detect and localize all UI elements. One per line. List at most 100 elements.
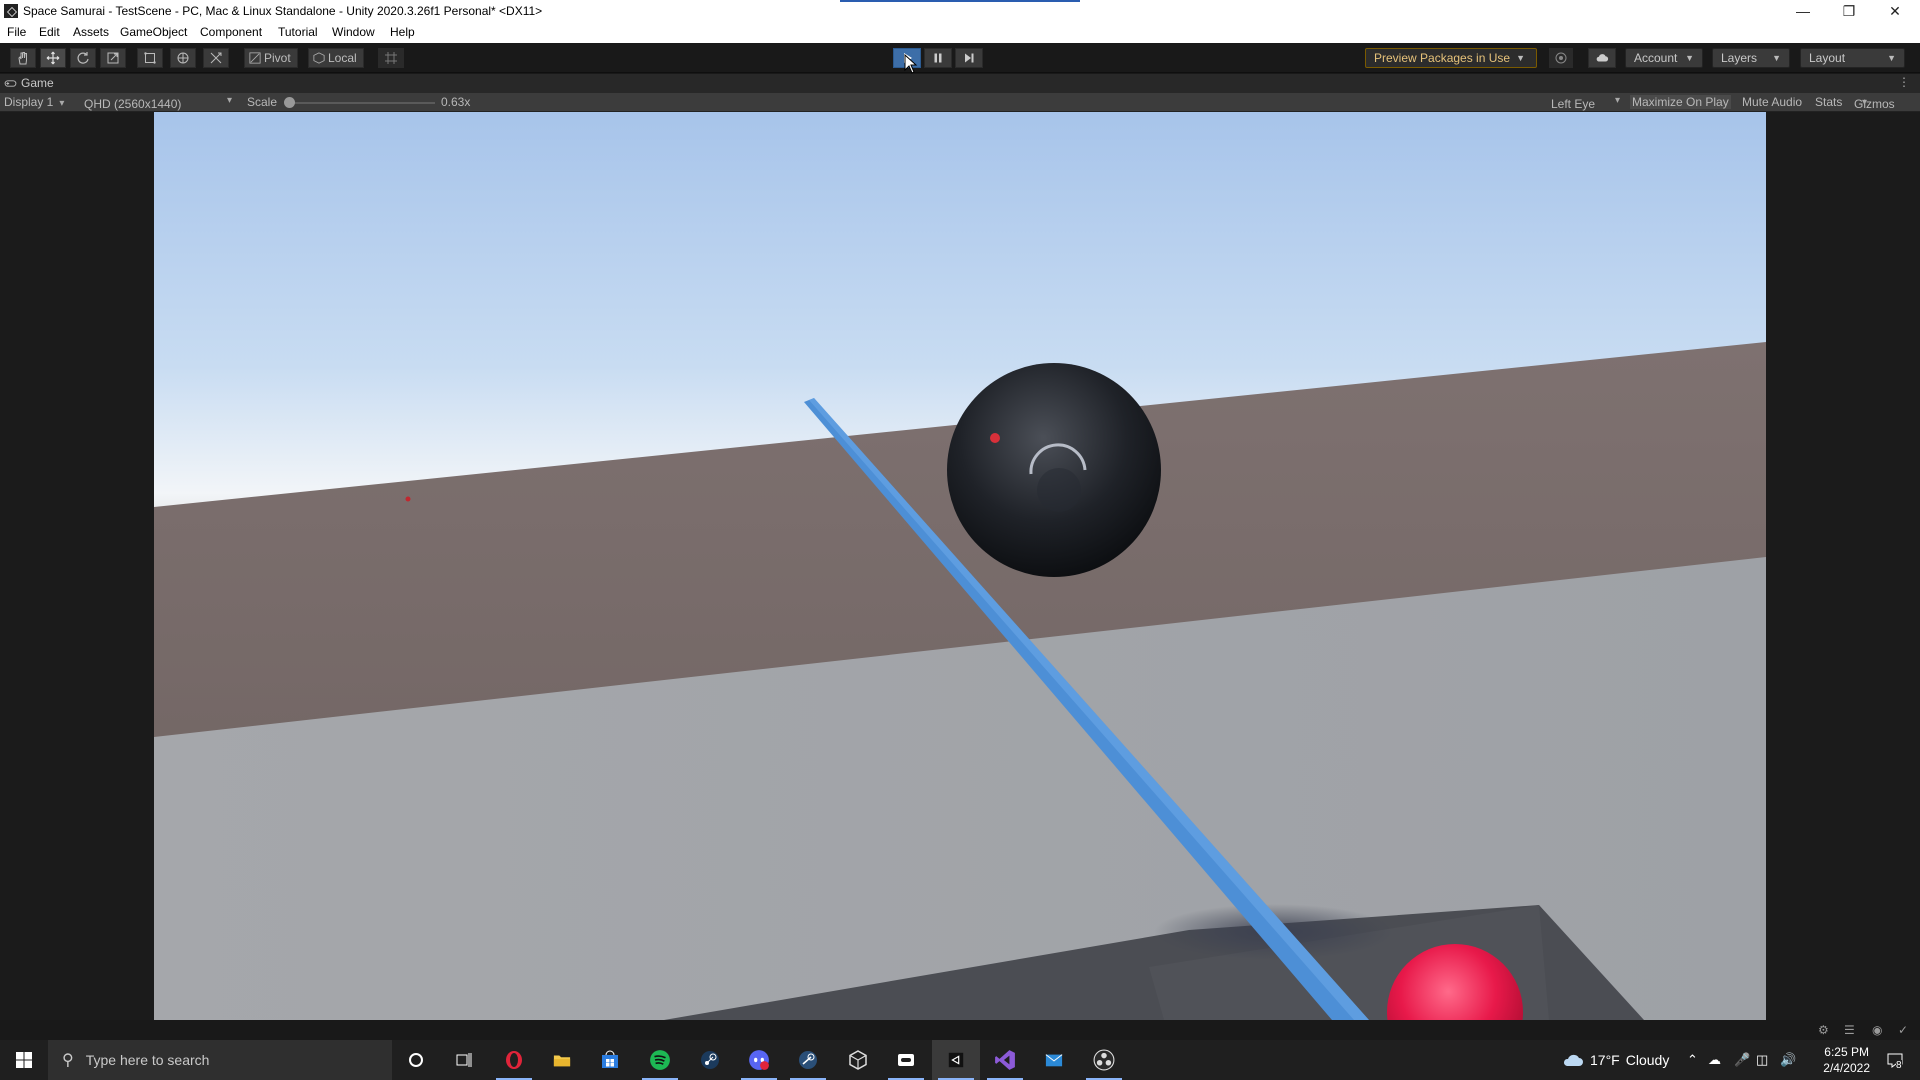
steam-icon [701,1051,719,1069]
taskbar-store[interactable] [586,1040,634,1080]
notification-center-button[interactable]: 8 [1880,1040,1910,1080]
taskbar-obs[interactable] [1080,1040,1128,1080]
weather-widget[interactable]: 17°F Cloudy [1562,1040,1669,1080]
tab-game[interactable]: Game [4,76,54,90]
menu-bar: File Edit Assets GameObject Component Tu… [0,22,1920,43]
taskbar-unity[interactable] [932,1040,980,1080]
opera-icon [506,1051,522,1069]
step-button[interactable] [955,48,983,68]
local-toggle[interactable]: Local [308,48,364,68]
discord-icon [749,1050,769,1070]
editor-status-bar: ⚙ ☰ ◉ ✓ [0,1020,1920,1040]
debug-icon[interactable]: ⚙ [1818,1023,1829,1037]
menu-file[interactable]: File [7,25,26,39]
scale-slider-handle[interactable] [284,97,295,108]
taskbar-unity-hub[interactable] [834,1040,882,1080]
taskbar-spotify[interactable] [636,1040,684,1080]
taskbar-steam-vr[interactable] [784,1040,832,1080]
preview-packages-dropdown[interactable]: Preview Packages in Use ▼ [1365,48,1537,68]
local-icon [313,52,325,64]
taskbar-file-explorer[interactable] [538,1040,586,1080]
menu-component[interactable]: Component [200,25,262,39]
pause-button[interactable] [924,48,952,68]
more-options-icon[interactable]: ⋮ [1898,75,1910,89]
preview-packages-label: Preview Packages in Use [1374,51,1511,65]
scale-tool-button[interactable] [100,48,126,68]
menu-help[interactable]: Help [390,25,415,39]
unity-hub-icon [849,1050,867,1070]
network-icon[interactable]: ◫ [1756,1040,1768,1080]
cloud-button[interactable] [1588,48,1616,68]
maximize-on-play-toggle[interactable]: Maximize On Play [1630,95,1731,109]
layers-status-icon[interactable]: ☰ [1844,1023,1855,1037]
collab-button[interactable] [1549,48,1573,68]
taskbar-opera[interactable] [490,1040,538,1080]
taskbar-search-box[interactable]: ⚲ Type here to search [48,1040,392,1080]
grid-snap-button[interactable] [378,48,404,68]
layers-dropdown[interactable]: Layers ▼ [1712,48,1790,68]
restore-button[interactable]: ❐ [1826,0,1872,22]
close-button[interactable]: ✕ [1872,0,1918,22]
account-dropdown[interactable]: Account ▼ [1625,48,1703,68]
layout-label: Layout [1809,51,1846,65]
transform-icon [177,52,189,64]
cloud-weather-icon [1563,1054,1583,1066]
pivot-toggle[interactable]: Pivot [244,48,298,68]
cortana-button[interactable] [392,1040,440,1080]
taskbar-mail[interactable] [1030,1040,1078,1080]
steam-vr-icon [799,1051,817,1069]
menu-gameobject[interactable]: GameObject [120,25,187,39]
mail-icon [1045,1054,1063,1067]
mouse-cursor-icon [904,54,918,74]
minimize-button[interactable]: — [1780,0,1826,22]
chevron-down-icon: ▼ [1887,53,1896,63]
account-label: Account [1634,51,1678,65]
game-viewport[interactable] [154,112,1766,1020]
eye-label: Left Eye [1551,97,1596,111]
display-dropdown[interactable]: Display 1 [4,95,64,109]
stats-toggle[interactable]: Stats [1815,95,1842,109]
collab-icon [1555,52,1567,64]
taskbar-oculus[interactable] [882,1040,930,1080]
taskbar-steam[interactable] [686,1040,734,1080]
auto-generate-lighting-icon[interactable]: ◉ [1872,1023,1882,1037]
weather-condition: Cloudy [1625,1052,1670,1068]
editor-toolbar: Pivot Local Preview Packages in Use ▼ Acc… [0,43,1920,74]
start-button[interactable] [0,1040,48,1080]
clock-time: 6:25 PM [1824,1045,1869,1059]
game-view-controls: Display 1 QHD (2560x1440) ▾ Scale 0.63x L… [0,93,1920,112]
chevron-down-icon: ▾ [1615,95,1621,106]
windows-taskbar: ⚲ Type here to search 17°F Cloudy ⌃ ☁ 🎤 … [0,1040,1920,1080]
menu-tutorial[interactable]: Tutorial [278,25,318,39]
hand-tool-button[interactable] [10,48,36,68]
show-hidden-icons-chevron[interactable]: ⌃ [1687,1040,1698,1080]
taskbar-discord[interactable] [735,1040,783,1080]
chevron-down-icon: ▾ [227,95,233,106]
title-focus-indicator [840,0,1080,2]
progress-icon[interactable]: ✓ [1898,1023,1908,1037]
mute-audio-toggle[interactable]: Mute Audio [1742,95,1802,109]
rect-tool-button[interactable] [137,48,163,68]
game-tab-bar: Game ⋮ [0,74,1920,93]
custom-tool-button[interactable] [203,48,229,68]
rotate-tool-button[interactable] [70,48,96,68]
move-tool-button[interactable] [40,48,66,68]
unity-icon [948,1052,964,1068]
taskbar-clock[interactable]: 6:25 PM 2/4/2022 [1823,1044,1870,1076]
taskbar-visual-studio[interactable] [981,1040,1029,1080]
menu-assets[interactable]: Assets [73,25,109,39]
transform-tool-button[interactable] [170,48,196,68]
task-view-button[interactable] [440,1040,488,1080]
microphone-icon[interactable]: 🎤 [1734,1040,1750,1080]
layout-dropdown[interactable]: Layout ▼ [1800,48,1905,68]
gamepad-icon [4,79,17,87]
menu-edit[interactable]: Edit [39,25,60,39]
search-placeholder: Type here to search [85,1052,210,1068]
onedrive-icon[interactable]: ☁ [1708,1040,1721,1080]
resolution-label: QHD (2560x1440) [84,97,182,111]
volume-icon[interactable]: 🔊 [1780,1040,1796,1080]
menu-window[interactable]: Window [332,25,375,39]
custom-tool-icon [210,52,222,64]
scale-icon [107,52,119,64]
scale-slider-track[interactable] [290,102,435,104]
